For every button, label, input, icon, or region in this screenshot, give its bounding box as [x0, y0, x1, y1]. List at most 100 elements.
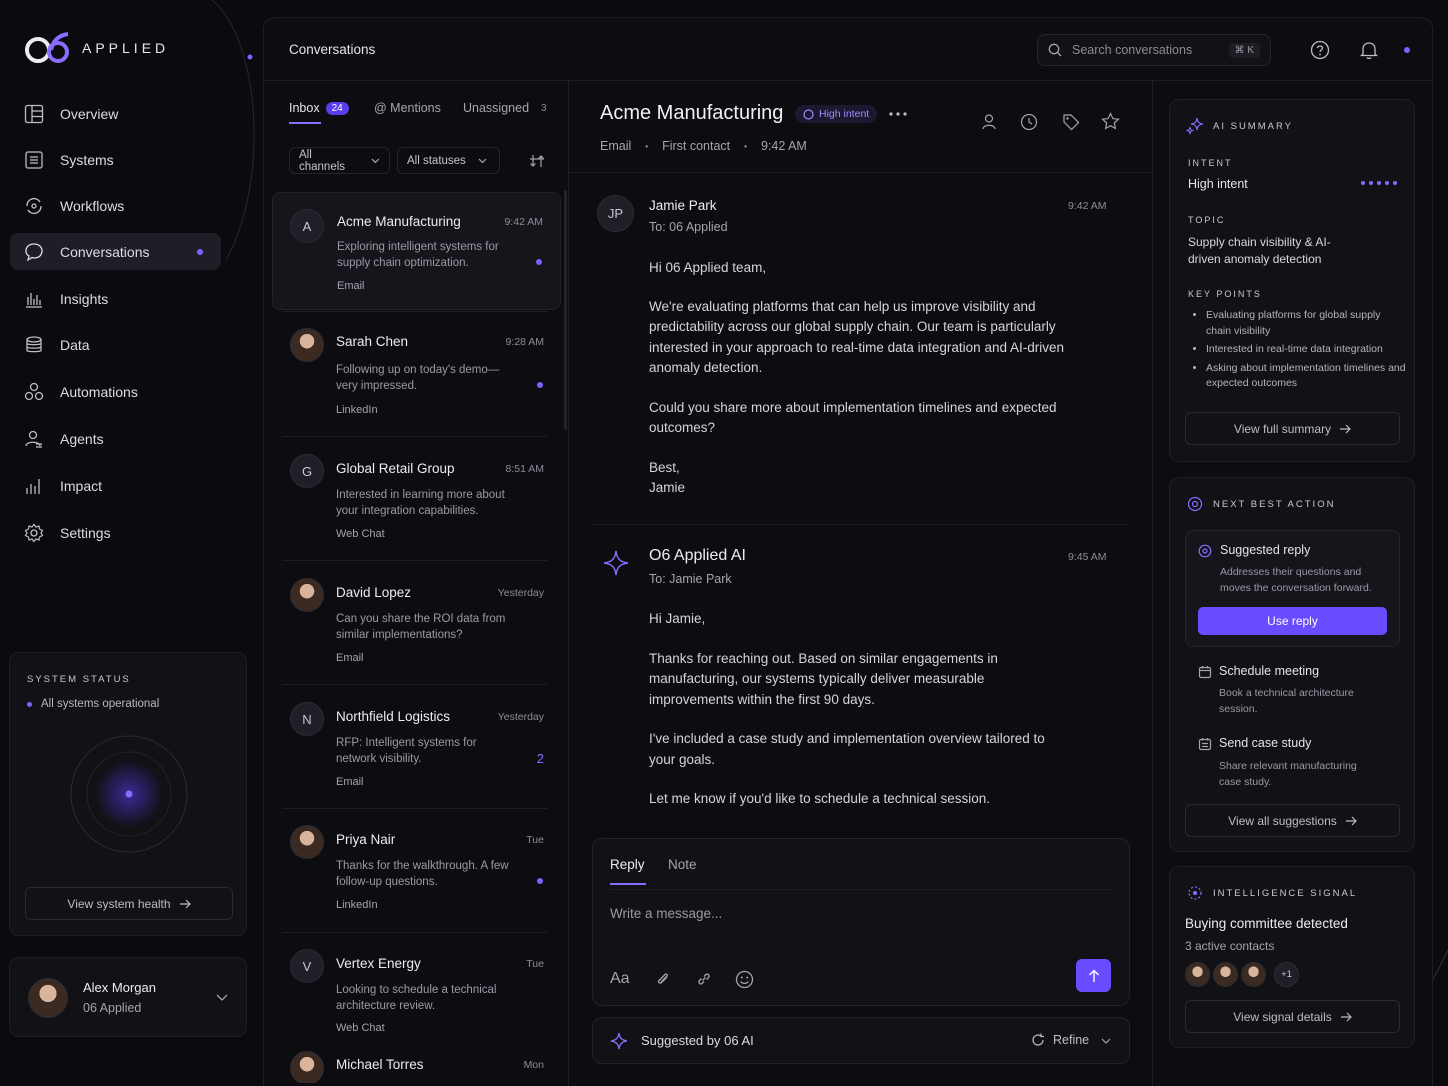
- avatar: [290, 825, 324, 859]
- more-icon[interactable]: [889, 112, 907, 116]
- avatar: V: [290, 949, 324, 983]
- conversation-channel: Email: [336, 652, 364, 664]
- conversation-time: Yesterday: [497, 587, 544, 599]
- action-title[interactable]: Schedule meeting: [1219, 664, 1319, 678]
- send-button[interactable]: [1076, 959, 1111, 992]
- action-title[interactable]: Send case study: [1219, 736, 1311, 750]
- divider: [282, 808, 548, 809]
- topbar-divider: [264, 80, 1432, 81]
- tab-label: Inbox: [289, 101, 320, 115]
- view-all-suggestions-button[interactable]: View all suggestions: [1185, 804, 1400, 837]
- list-item[interactable]: Sarah Chen 9:28 AM Following up on today…: [272, 317, 561, 435]
- suggested-bar: Suggested by 06 AI Refine: [592, 1017, 1130, 1064]
- key-points-label: KEY POINTS: [1188, 289, 1262, 299]
- action-desc: Book a technical architecture session.: [1219, 687, 1354, 715]
- message-paragraph: Best, Jamie: [649, 459, 686, 496]
- avatar: [1213, 962, 1238, 987]
- star-icon[interactable]: [1101, 112, 1120, 131]
- tab-mentions[interactable]: @ Mentions: [374, 101, 441, 115]
- message-sender: O6 Applied AI: [649, 547, 746, 564]
- button-label: View signal details: [1233, 1009, 1332, 1024]
- statuses-filter[interactable]: All statuses: [397, 147, 500, 174]
- action-desc: Share relevant manufacturing case study.: [1219, 760, 1357, 788]
- avatar: [1241, 962, 1266, 987]
- list-item[interactable]: N Northfield Logistics Yesterday RFP: In…: [272, 691, 561, 809]
- chip-label: High intent: [819, 108, 870, 120]
- emoji-icon[interactable]: [735, 970, 754, 989]
- message-body: Hi 06 Applied team, We're evaluating pla…: [649, 258, 1064, 499]
- bell-icon[interactable]: [1359, 40, 1379, 60]
- target-icon: [1198, 544, 1212, 558]
- sparkle-icon: [603, 550, 629, 576]
- intent-value: High intent: [1188, 177, 1248, 191]
- list-divider: [568, 81, 569, 1086]
- tag-icon[interactable]: [1062, 113, 1080, 131]
- intent-chip[interactable]: High intent: [795, 105, 878, 123]
- list-item[interactable]: A Acme Manufacturing 9:42 AM Exploring i…: [272, 192, 561, 310]
- message-paragraph: We're evaluating platforms that can help…: [649, 298, 1064, 376]
- tab-label: Unassigned: [463, 101, 530, 115]
- conversation-channel: Email: [337, 280, 365, 292]
- tab-inbox[interactable]: Inbox 24: [289, 101, 349, 115]
- sort-icon[interactable]: [529, 153, 545, 169]
- message-paragraph: I've included a case study and implement…: [649, 731, 1045, 767]
- tab-note[interactable]: Note: [668, 857, 697, 872]
- conversation-preview: Looking to schedule a technical architec…: [336, 984, 497, 1012]
- unread-count: 2: [536, 751, 544, 766]
- suggested-reply-title: Suggested reply: [1220, 543, 1311, 557]
- conversation-time: Mon: [523, 1059, 544, 1071]
- list-item[interactable]: Michael Torres Mon: [272, 1047, 561, 1083]
- right-panel-divider: [1152, 81, 1153, 1086]
- sparkle-icon: [1186, 117, 1204, 135]
- use-reply-button[interactable]: Use reply: [1198, 607, 1387, 635]
- arrow-right-icon: [1340, 1012, 1352, 1021]
- message-paragraph: Thanks for reaching out. Based on simila…: [649, 650, 998, 707]
- conversation-channel: LinkedIn: [336, 404, 378, 416]
- message-divider: [591, 524, 1129, 525]
- link-icon[interactable]: [695, 970, 713, 988]
- list-item[interactable]: G Global Retail Group 8:51 AM Interested…: [272, 443, 561, 561]
- list-item[interactable]: V Vertex Energy Tue Looking to schedule …: [272, 939, 561, 1037]
- search-input[interactable]: Search conversations ⌘ K: [1037, 34, 1271, 66]
- more-contacts-count[interactable]: +1: [1274, 962, 1299, 987]
- conversation-name: Vertex Energy: [336, 956, 421, 971]
- paperclip-icon[interactable]: [654, 970, 672, 988]
- list-scrollbar[interactable]: [564, 190, 567, 430]
- tab-reply[interactable]: Reply: [610, 857, 645, 872]
- conversation-preview: RFP: Intelligent systems for network vis…: [336, 737, 477, 765]
- select-value: All channels: [299, 148, 346, 173]
- search-placeholder: Search conversations: [1072, 43, 1193, 57]
- conversation-time: Yesterday: [497, 711, 544, 723]
- channels-filter[interactable]: All channels: [289, 147, 390, 174]
- message-time: 9:42 AM: [1068, 200, 1107, 212]
- list-item[interactable]: David Lopez Yesterday Can you share the …: [272, 567, 561, 685]
- list-item[interactable]: Priya Nair Tue Thanks for the walkthroug…: [272, 815, 561, 933]
- composer-divider: [610, 889, 1113, 890]
- message-recipient: To: Jamie Park: [649, 572, 732, 586]
- conversation-time: Tue: [526, 834, 544, 846]
- assign-user-icon[interactable]: [981, 113, 999, 131]
- avatar: [1185, 962, 1210, 987]
- refine-button[interactable]: Refine: [1031, 1033, 1089, 1047]
- signal-headline: Buying committee detected: [1185, 916, 1348, 931]
- conversation-channel: LinkedIn: [336, 899, 378, 911]
- chevron-down-icon[interactable]: [1101, 1038, 1111, 1045]
- divider: [282, 932, 548, 933]
- arrow-up-icon: [1088, 969, 1099, 982]
- message-input[interactable]: Write a message...: [610, 906, 722, 921]
- meta-channel: Email: [600, 139, 632, 153]
- conversation-name: Sarah Chen: [336, 334, 409, 349]
- view-full-summary-button[interactable]: View full summary: [1185, 412, 1400, 445]
- format-text-button[interactable]: Aa: [610, 970, 630, 988]
- topic-value: Supply chain visibility & AI-driven anom…: [1188, 235, 1331, 266]
- conversation-channel: Web Chat: [336, 528, 385, 540]
- view-signal-details-button[interactable]: View signal details: [1185, 1000, 1400, 1033]
- tab-label: @ Mentions: [374, 101, 441, 115]
- clock-icon[interactable]: [1020, 113, 1038, 131]
- message-recipient: To: 06 Applied: [649, 220, 728, 234]
- help-icon[interactable]: [1310, 40, 1330, 60]
- suggested-reply-desc: Addresses their questions and moves the …: [1220, 566, 1372, 594]
- page-title: Conversations: [289, 42, 376, 57]
- conversation-channel: Email: [336, 776, 364, 788]
- tab-unassigned[interactable]: Unassigned 3: [463, 101, 553, 115]
